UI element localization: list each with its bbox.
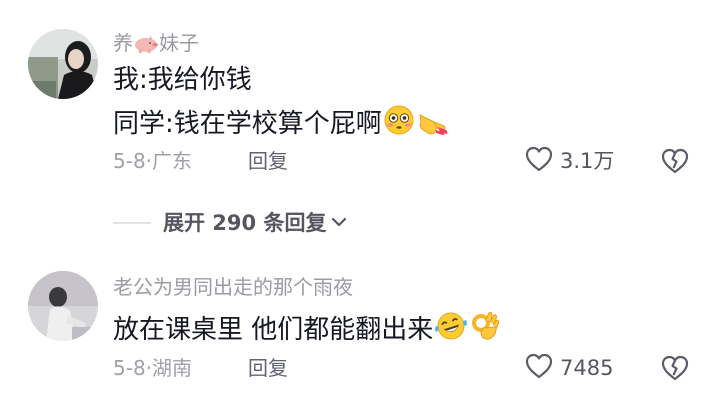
broken-heart-icon[interactable] [660,353,690,383]
username-text: 养 [113,31,133,55]
comment-meta: 5-8·广东 [113,149,193,173]
like-button[interactable]: 3.1万 [524,146,614,176]
avatar[interactable] [28,271,98,341]
comment-text: 同学:钱在学校算个屁啊 [113,104,450,145]
pig-emoji [133,34,159,60]
flushed-face-emoji [382,104,416,145]
comment-item: 老公为男同出走的那个雨夜 放在课桌里 他们都能翻出来 5-8·湖南 回复 748… [0,262,720,405]
expand-replies-button[interactable]: 展开 290 条回复 [113,208,348,238]
comment-meta: 5-8·湖南 [113,356,193,380]
reply-button[interactable]: 回复 [248,355,288,381]
username[interactable]: 养 妹子 [113,30,199,60]
broken-heart-icon[interactable] [660,146,690,176]
avatar[interactable] [28,29,98,99]
comment-text-segment: 同学:钱在学校算个屁啊 [113,109,382,139]
like-count: 3.1万 [560,149,615,173]
heart-icon [524,352,554,384]
comment-list: 养 妹子 我:我给你钱 同学:钱在学校算个屁啊 5-8·广东 回复 3.1万 展… [0,0,720,405]
divider [113,222,151,224]
username[interactable]: 老公为男同出走的那个雨夜 [113,274,353,300]
comment-text: 我:我给你钱 [113,65,252,95]
tears-of-joy-emoji [433,310,469,351]
ok-hand-emoji [469,310,501,351]
expand-replies-label: 展开 290 条回复 [163,211,327,235]
comment-text-segment: 放在课桌里 他们都能翻出来 [113,315,434,345]
comment-item: 养 妹子 我:我给你钱 同学:钱在学校算个屁啊 5-8·广东 回复 3.1万 [0,0,720,200]
reply-button[interactable]: 回复 [248,148,288,174]
pointing-hand-emoji [416,106,450,145]
comment-text: 放在课桌里 他们都能翻出来 [113,310,501,351]
username-text: 妹子 [159,31,199,55]
heart-icon [524,145,554,177]
chevron-down-icon [330,214,348,233]
like-button[interactable]: 7485 [524,353,613,383]
like-count: 7485 [560,356,614,380]
